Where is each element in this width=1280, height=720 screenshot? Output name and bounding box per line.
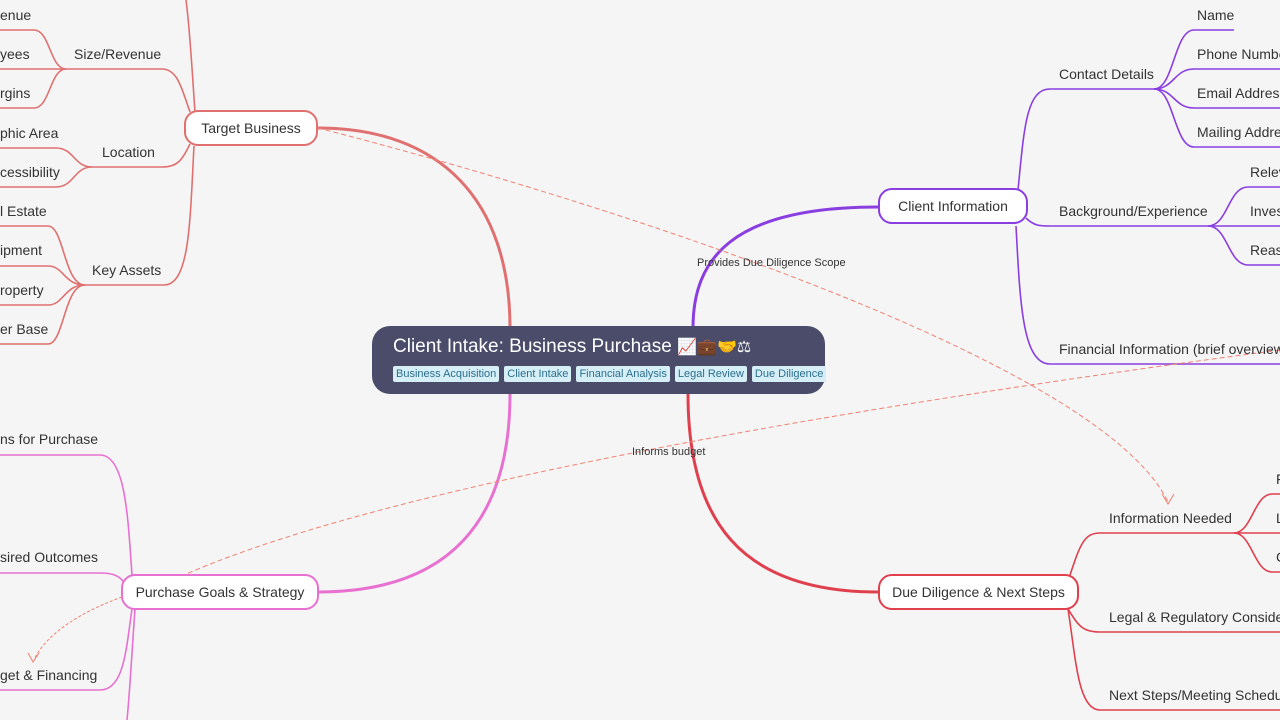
relation-line-budget-2 [33,596,123,661]
topic-label: Client Information [898,198,1008,214]
leaf-topic[interactable]: er Base [0,320,48,338]
subtopic-financial-information[interactable]: Financial Information (brief overview [1059,340,1280,358]
tag[interactable]: Business Acquisition [393,366,500,382]
tag[interactable]: Client Intake [504,366,572,382]
leaf-topic[interactable]: Relev [1250,163,1280,181]
relation-arrow-budget [27,652,40,663]
edge-root-goals [317,393,512,594]
edge-root-due [686,393,879,594]
edge-info-c [1233,532,1280,573]
subtopic-contact-details[interactable]: Contact Details [1059,65,1154,83]
topic-label: Target Business [201,120,301,136]
leaf-topic[interactable]: Mailing Addres [1197,123,1280,141]
emoji-icons: 📈💼🤝⚖ [677,339,752,356]
relation-label-scope[interactable]: Provides Due Diligence Scope [697,257,846,269]
tag[interactable]: Legal Review [674,366,747,382]
subtopic-reasons-for-purchase[interactable]: ns for Purchase [0,430,98,448]
leaf-topic[interactable]: cessibility [0,163,60,181]
subtopic-key-assets[interactable]: Key Assets [92,261,161,279]
leaf-topic[interactable]: phic Area [0,124,58,142]
subtopic-budget-financing[interactable]: get & Financing [0,666,97,684]
relation-arrow-scope [1161,493,1175,505]
edge-client-contact [1017,88,1154,191]
leaf-topic[interactable]: ipment [0,241,42,259]
leaf-topic[interactable]: l Estate [0,202,47,220]
leaf-topic[interactable]: Phone Numbe [1197,45,1280,63]
root-title: Client Intake: Business Purchase 📈💼🤝⚖ [393,335,825,360]
subtopic-next-steps[interactable]: Next Steps/Meeting Schedule [1109,686,1280,704]
edge-info-f [1233,493,1280,534]
subtopic-legal-regulatory[interactable]: Legal & Regulatory Considera [1109,608,1280,626]
edge-target-up [185,0,196,113]
topic-purchase-goals[interactable]: Purchase Goals & Strategy [121,574,319,610]
edge-goals-down [126,608,136,720]
topic-label: Purchase Goals & Strategy [135,584,305,600]
subtopic-background-experience[interactable]: Background/Experience [1059,202,1208,220]
topic-label: Due Diligence & Next Steps [892,584,1065,600]
leaf-topic[interactable]: C [1276,548,1280,566]
subtopic-desired-outcomes[interactable]: sired Outcomes [0,548,98,566]
subtopic-size-revenue[interactable]: Size/Revenue [74,45,161,63]
leaf-topic[interactable]: yees [0,45,30,63]
topic-target-business[interactable]: Target Business [184,110,318,146]
edge-goals-outcomes [0,572,125,583]
subtopic-location[interactable]: Location [102,143,155,161]
relation-line-scope [317,127,1169,503]
leaf-topic[interactable]: Reas [1250,241,1280,259]
leaf-topic[interactable]: roperty [0,281,44,299]
leaf-topic[interactable]: rgins [0,84,30,102]
topic-due-diligence[interactable]: Due Diligence & Next Steps [878,574,1079,610]
leaf-topic[interactable]: L [1276,509,1280,527]
topic-client-information[interactable]: Client Information [878,188,1028,224]
tag[interactable]: Financial Analysis [576,366,670,382]
root-title-text: Client Intake: Business Purchase [393,336,672,357]
leaf-topic[interactable]: Name [1197,6,1234,24]
tag-list: Business Acquisition Client Intake Finan… [393,366,827,382]
relation-label-budget[interactable]: Informs budget [632,446,705,458]
leaf-topic[interactable]: F [1276,470,1280,488]
edge-due-info [1069,532,1234,576]
subtopic-information-needed[interactable]: Information Needed [1109,509,1232,527]
leaf-topic[interactable]: Inves [1250,202,1280,220]
root-topic[interactable]: Client Intake: Business Purchase 📈💼🤝⚖ Bu… [372,326,827,394]
leaf-topic[interactable]: enue [0,6,31,24]
edge-target-size [66,68,191,113]
leaf-topic[interactable]: Email Address [1197,84,1280,102]
tag[interactable]: Due Diligence [751,366,827,382]
edge-root-target [317,126,512,329]
